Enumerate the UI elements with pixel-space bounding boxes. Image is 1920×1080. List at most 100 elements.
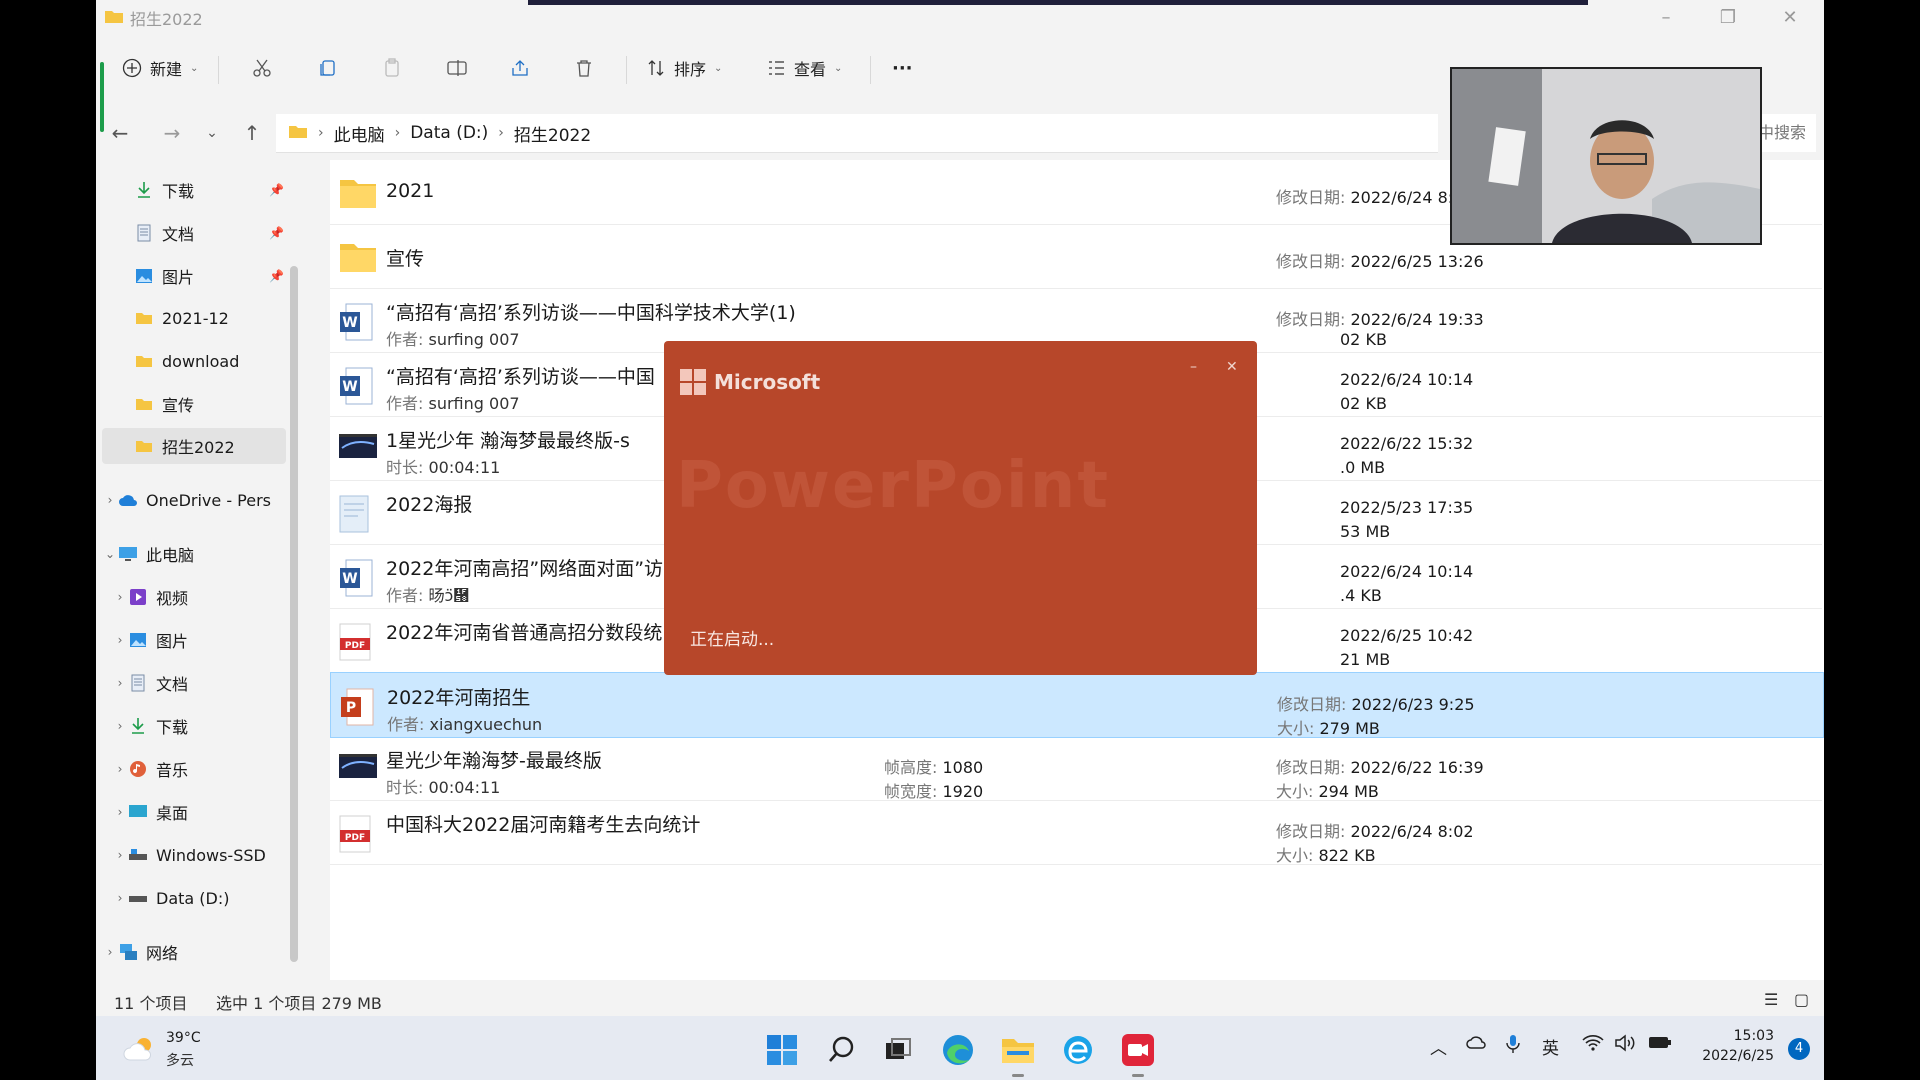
cut-button[interactable] xyxy=(252,52,272,84)
nav-item-windows-ssd[interactable]: › Windows-SSD xyxy=(112,837,296,873)
more-button[interactable]: ··· xyxy=(892,52,913,84)
chevron-right-icon[interactable]: › xyxy=(112,676,128,690)
desktop-icon xyxy=(128,803,148,821)
task-view-icon[interactable] xyxy=(878,1030,918,1070)
file-row[interactable]: PDF 中国科大2022届河南籍考生去向统计 修改日期: 2022/6/24 8… xyxy=(330,800,1822,865)
copy-icon xyxy=(318,58,338,78)
file-explorer-icon[interactable] xyxy=(998,1030,1038,1070)
chevron-right-icon[interactable]: › xyxy=(112,762,128,776)
nav-item-videos[interactable]: › 视频 xyxy=(112,579,296,615)
chevron-right-icon[interactable]: › xyxy=(112,590,128,604)
nav-item-desktop[interactable]: › 桌面 xyxy=(112,794,296,830)
file-row-selected[interactable]: P 2022年河南招生 作者: xiangxuechun 修改日期: 2022/… xyxy=(330,672,1824,738)
ime-indicator[interactable]: 英 xyxy=(1542,1034,1559,1059)
nav-item-data-drive[interactable]: › Data (D:) xyxy=(112,880,296,916)
volume-icon[interactable] xyxy=(1614,1034,1636,1057)
status-bar: 11 个项目 选中 1 个项目 279 MB ☰ ▢ xyxy=(96,986,1824,1016)
nav-item-folder[interactable]: download xyxy=(102,343,286,379)
chevron-right-icon[interactable]: › xyxy=(102,945,118,959)
breadcrumb-item[interactable]: Data (D:) xyxy=(410,123,488,143)
nav-item-music[interactable]: › 音乐 xyxy=(112,751,296,787)
up-arrow-icon[interactable]: ↑ xyxy=(238,120,266,148)
forward-arrow-icon[interactable]: → xyxy=(158,120,186,148)
chevron-right-icon[interactable]: › xyxy=(112,633,128,647)
nav-label: 图片 xyxy=(156,632,189,651)
nav-item-downloads[interactable]: › 下载 xyxy=(112,708,296,744)
close-button[interactable]: ✕ xyxy=(1770,6,1810,30)
microsoft-logo: Microsoft xyxy=(680,369,820,395)
nav-item-documents[interactable]: 文档 📌 xyxy=(102,215,286,251)
share-icon xyxy=(510,58,530,78)
rename-button[interactable] xyxy=(446,52,468,84)
chevron-down-icon[interactable]: ⌄ xyxy=(102,547,118,561)
chevron-up-icon[interactable]: ︿ xyxy=(1430,1034,1447,1059)
view-button[interactable]: 查看 ⌄ xyxy=(766,52,842,84)
file-date: 2022/6/24 10:14 xyxy=(1340,370,1474,389)
nav-item-this-pc[interactable]: ⌄ 此电脑 xyxy=(102,536,286,572)
divider xyxy=(218,56,219,84)
close-button[interactable]: ✕ xyxy=(1226,359,1238,375)
nav-item-pictures[interactable]: › 图片 xyxy=(112,622,296,658)
start-button[interactable] xyxy=(762,1030,802,1070)
nav-label: 图片 xyxy=(162,268,195,287)
search-icon[interactable] xyxy=(822,1030,862,1070)
nav-item-downloads[interactable]: 下载 📌 xyxy=(102,172,286,208)
folder-icon xyxy=(134,352,154,370)
nav-item-onedrive[interactable]: › OneDrive - Pers xyxy=(102,482,286,518)
image-icon xyxy=(338,494,378,534)
title-bar: 招生2022 – ❐ ✕ xyxy=(96,0,1824,34)
ie-icon[interactable] xyxy=(1058,1030,1098,1070)
chevron-right-icon[interactable]: › xyxy=(102,493,118,507)
recent-chevron-icon[interactable]: ⌄ xyxy=(198,120,226,148)
nav-scrollbar[interactable] xyxy=(290,266,298,962)
chevron-right-icon[interactable]: › xyxy=(112,891,128,905)
chevron-right-icon[interactable]: › xyxy=(112,848,128,862)
file-size: 大小: 822 KB xyxy=(1276,846,1376,865)
file-size: .4 KB xyxy=(1340,586,1382,605)
new-button[interactable]: 新建 ⌄ xyxy=(122,52,198,84)
sort-label: 排序 xyxy=(674,60,707,79)
edge-icon[interactable] xyxy=(938,1030,978,1070)
share-button[interactable] xyxy=(510,52,530,84)
copy-button[interactable] xyxy=(318,52,338,84)
breadcrumb-item[interactable]: 招生2022 xyxy=(514,121,591,146)
address-bar[interactable]: › 此电脑 › Data (D:) › 招生2022 xyxy=(276,114,1438,153)
breadcrumb-separator: › xyxy=(394,125,401,141)
file-author: 作者: surfing 007 xyxy=(386,330,520,349)
weather-widget[interactable]: 39°C 多云 xyxy=(122,1028,222,1072)
nav-item-documents[interactable]: › 文档 xyxy=(112,665,296,701)
breadcrumb-item[interactable]: 此电脑 xyxy=(334,121,385,146)
nav-item-folder[interactable]: 宣传 xyxy=(102,386,286,422)
restore-button[interactable]: ❐ xyxy=(1708,6,1748,30)
folder-icon xyxy=(134,437,154,455)
nav-item-network[interactable]: › 网络 xyxy=(102,934,286,970)
new-label: 新建 xyxy=(150,60,183,79)
battery-icon[interactable] xyxy=(1648,1034,1672,1055)
delete-button[interactable] xyxy=(574,52,594,84)
minimize-button[interactable]: – xyxy=(1190,359,1197,375)
microphone-icon[interactable] xyxy=(1506,1034,1520,1059)
clock[interactable]: 15:03 2022/6/25 xyxy=(1694,1026,1774,1066)
chevron-right-icon[interactable]: › xyxy=(112,805,128,819)
nav-label: 桌面 xyxy=(156,804,189,823)
nav-label: 下载 xyxy=(162,182,195,201)
nav-item-current-folder[interactable]: 招生2022 xyxy=(102,428,286,464)
sort-button[interactable]: 排序 ⌄ xyxy=(646,52,722,84)
chevron-right-icon[interactable]: › xyxy=(112,719,128,733)
details-view-icon[interactable]: ☰ xyxy=(1764,990,1778,1009)
tiles-view-icon[interactable]: ▢ xyxy=(1794,990,1809,1009)
nav-item-folder[interactable]: 2021-12 xyxy=(102,300,286,336)
notification-badge[interactable]: 4 xyxy=(1788,1038,1810,1060)
file-name: “高招有‘高招’系列访谈——中国 xyxy=(386,366,655,388)
onedrive-tray-icon[interactable] xyxy=(1466,1034,1488,1054)
folder-icon xyxy=(338,174,378,214)
file-row[interactable]: 星光少年瀚海梦-最最终版 时长: 00:04:11 帧高度: 1080 帧宽度:… xyxy=(330,736,1822,801)
minimize-button[interactable]: – xyxy=(1646,6,1686,30)
wifi-icon[interactable] xyxy=(1582,1034,1604,1057)
nav-item-pictures[interactable]: 图片 📌 xyxy=(102,258,286,294)
file-date: 2022/6/24 10:14 xyxy=(1340,562,1474,581)
nav-label: 2021-12 xyxy=(162,308,229,328)
back-arrow-icon[interactable]: ← xyxy=(106,120,134,148)
recorder-icon[interactable] xyxy=(1118,1030,1158,1070)
paste-button[interactable] xyxy=(382,52,402,84)
